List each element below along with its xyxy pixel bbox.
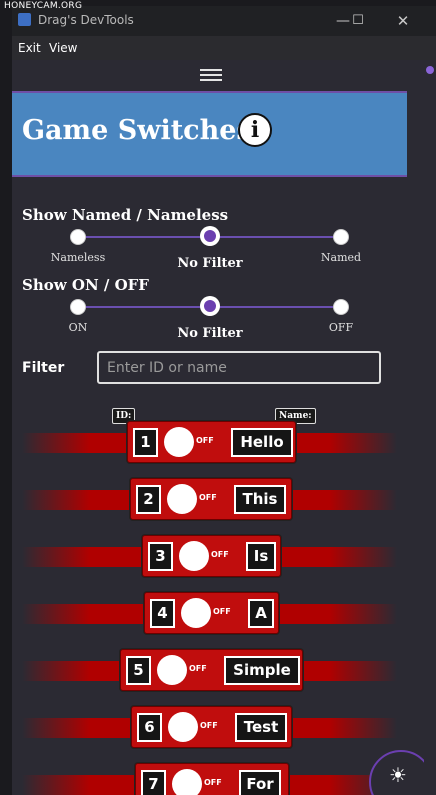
switch-card: 3 OFF Is — [142, 535, 281, 577]
switch-row: 6 OFF Test — [12, 706, 407, 750]
toggle-state: OFF — [189, 664, 207, 673]
option-on-radio[interactable] — [70, 299, 86, 315]
switch-toggle[interactable]: OFF — [172, 769, 232, 795]
switch-toggle[interactable]: OFF — [168, 712, 228, 742]
switch-toggle[interactable]: OFF — [179, 541, 239, 571]
hamburger-menu-icon[interactable] — [200, 66, 222, 86]
switch-toggle[interactable]: OFF — [157, 655, 217, 685]
option-named-label: Named — [320, 251, 362, 264]
switch-card: 6 OFF Test — [131, 706, 292, 748]
filter-input[interactable] — [97, 351, 381, 384]
option-named-radio[interactable] — [333, 229, 349, 245]
option-off-radio[interactable] — [333, 299, 349, 315]
sun-icon: ☀ — [389, 763, 407, 787]
toggle-state: OFF — [196, 436, 214, 445]
close-icon[interactable]: ✕ — [392, 10, 414, 32]
switch-name: Hello — [231, 428, 293, 457]
menu-exit[interactable]: Exit — [18, 41, 41, 55]
switch-id: 6 — [137, 713, 162, 742]
toggle-knob — [167, 484, 197, 514]
page-title: Game Switches — [22, 115, 252, 146]
switch-card: 7 OFF For — [135, 763, 289, 795]
switch-row: 3 OFF Is — [12, 535, 407, 579]
switch-name: A — [248, 599, 274, 628]
switch-name: Is — [246, 542, 276, 571]
switch-toggle[interactable]: OFF — [167, 484, 227, 514]
info-icon[interactable]: i — [238, 113, 272, 147]
option-no-filter-onoff-radio[interactable] — [200, 296, 220, 316]
switch-id: 7 — [141, 770, 166, 795]
option-no-filter-named-label: No Filter — [177, 256, 243, 271]
banner: Game Switches i — [12, 91, 407, 177]
app-icon — [18, 13, 31, 26]
option-on-label: ON — [68, 321, 88, 334]
switch-row: 4 OFF A — [12, 592, 407, 636]
switch-id: 2 — [136, 485, 161, 514]
toggle-knob — [181, 598, 211, 628]
switch-card: 5 OFF Simple — [120, 649, 303, 691]
menu-view[interactable]: View — [49, 41, 77, 55]
switch-name: For — [239, 770, 281, 795]
switch-id: 5 — [126, 656, 151, 685]
show-named-title: Show Named / Nameless — [22, 206, 229, 224]
toggle-knob — [164, 427, 194, 457]
window-title: Drag's DevTools — [38, 13, 134, 27]
toggle-knob — [157, 655, 187, 685]
switch-id: 4 — [150, 599, 175, 628]
menu-bar: Exit View — [12, 36, 436, 60]
watermark: HONEYCAM.ORG — [4, 1, 83, 11]
switch-row: 7 OFF For — [12, 763, 407, 795]
scrollbar[interactable] — [424, 60, 436, 795]
filter-label: Filter — [22, 360, 65, 376]
show-onoff-title: Show ON / OFF — [22, 276, 149, 294]
option-no-filter-onoff-label: No Filter — [177, 326, 243, 341]
option-no-filter-named-radio[interactable] — [200, 226, 220, 246]
toggle-state: OFF — [199, 493, 217, 502]
theme-toggle-button[interactable]: ☀ — [369, 750, 424, 795]
toggle-state: OFF — [204, 778, 222, 787]
switch-row: 1 OFF Hello — [12, 421, 407, 465]
switch-toggle[interactable]: OFF — [164, 427, 224, 457]
option-nameless-radio[interactable] — [70, 229, 86, 245]
switch-toggle[interactable]: OFF — [181, 598, 241, 628]
maximize-icon[interactable]: ☐ — [347, 10, 369, 32]
scroll-thumb[interactable] — [426, 66, 434, 74]
toggle-knob — [168, 712, 198, 742]
switch-id: 3 — [148, 542, 173, 571]
app-content: Game Switches i Show Named / Nameless Na… — [12, 60, 424, 795]
toggle-state: OFF — [200, 721, 218, 730]
option-off-label: OFF — [328, 321, 354, 334]
toggle-state: OFF — [213, 607, 231, 616]
switch-name: Simple — [224, 656, 300, 685]
switch-card: 1 OFF Hello — [127, 421, 296, 463]
toggle-knob — [172, 769, 202, 795]
switch-name: Test — [235, 713, 287, 742]
switch-card: 4 OFF A — [144, 592, 279, 634]
option-nameless-label: Nameless — [50, 251, 106, 264]
switch-card: 2 OFF This — [130, 478, 292, 520]
switch-name: This — [234, 485, 286, 514]
toggle-state: OFF — [211, 550, 229, 559]
toggle-knob — [179, 541, 209, 571]
switch-id: 1 — [133, 428, 158, 457]
switch-row: 2 OFF This — [12, 478, 407, 522]
switch-row: 5 OFF Simple — [12, 649, 407, 693]
